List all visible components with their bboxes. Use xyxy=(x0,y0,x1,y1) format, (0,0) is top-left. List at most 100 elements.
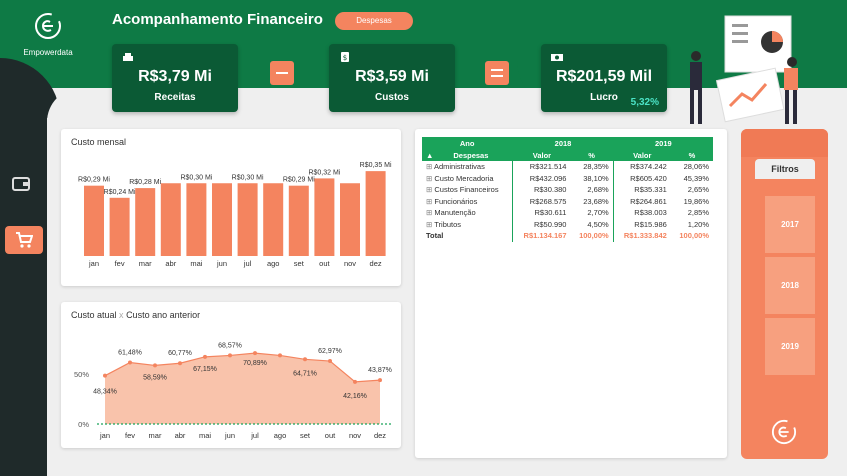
bar-nov[interactable] xyxy=(340,183,360,256)
point-jun[interactable] xyxy=(228,353,232,358)
cell-v1: R$1.134.167 xyxy=(512,230,571,242)
cell-name-text: Administrativas xyxy=(433,162,485,172)
kpi-lucro-value: R$201,59 Mil xyxy=(555,68,653,85)
bar-fev[interactable] xyxy=(109,197,130,256)
cell-name: ⊞ Administrativas xyxy=(422,161,513,173)
col-year-2019[interactable]: 2019 xyxy=(612,137,713,149)
cell-p2: 2,65% xyxy=(687,185,709,195)
cell-name: Total xyxy=(426,231,444,241)
cell-v1: R$432.096 xyxy=(512,172,571,184)
kpi-lucro: R$201,59 Mil Lucro 5,32% xyxy=(541,44,667,112)
data-label: 68,57% xyxy=(218,342,242,349)
point-nov[interactable] xyxy=(353,379,357,384)
data-label: 60,77% xyxy=(168,350,192,357)
table-row: ⊞ Funcionários R$268.575 23,68% R$264.861 19… xyxy=(422,195,713,207)
table-row: ⊞ Tributos R$50.990 4,50% R$15.986 1,20% xyxy=(422,218,713,230)
col-pct-2018[interactable]: % xyxy=(570,149,614,161)
equals-operator-icon xyxy=(485,61,509,85)
page-title: Acompanhamento Financeiro xyxy=(112,11,323,28)
sort-arrow-icon[interactable]: ▲ xyxy=(426,151,433,160)
bar-ago[interactable] xyxy=(263,183,284,256)
data-label: R$0,29 Mi xyxy=(78,177,110,184)
x-tick-label: ago xyxy=(274,431,287,440)
x-tick-label: set xyxy=(294,259,305,268)
point-ago[interactable] xyxy=(278,353,282,358)
point-jul[interactable] xyxy=(253,351,257,356)
bar-set[interactable] xyxy=(288,185,309,256)
kpi-custos-label: Custos xyxy=(375,92,409,103)
point-jan[interactable] xyxy=(103,373,107,378)
wallet-icon[interactable] xyxy=(12,176,32,192)
kpi-custos: $ R$3,59 Mi Custos xyxy=(329,44,455,112)
y-tick-label: 0% xyxy=(78,420,89,429)
expand-icon[interactable]: ⊞ xyxy=(426,162,434,171)
bar-mai[interactable] xyxy=(186,183,207,256)
x-tick-label: out xyxy=(319,259,330,268)
x-tick-label: mar xyxy=(139,259,152,268)
cell-v2: R$35.331 xyxy=(612,184,671,196)
point-mar[interactable] xyxy=(153,363,157,368)
x-tick-label: abr xyxy=(175,431,186,440)
x-tick-label: jun xyxy=(216,259,227,268)
cell-p2: 45,39% xyxy=(683,173,709,183)
expand-icon[interactable]: ⊞ xyxy=(426,220,434,229)
cell-v2: R$264.861 xyxy=(612,195,671,207)
data-label: R$0,35 Mi xyxy=(360,162,392,169)
despesas-pill[interactable]: Despesas xyxy=(335,12,413,30)
banknote-icon xyxy=(551,54,563,61)
cell-name: ⊞ Manutenção xyxy=(422,207,513,219)
brand-name: Empowerdata xyxy=(23,48,73,57)
data-label: R$0,28 Mi xyxy=(129,179,161,186)
left-nav xyxy=(0,58,60,476)
x-tick-label: jan xyxy=(88,259,99,268)
shopping-cart-icon xyxy=(16,232,33,248)
data-label: R$0,29 Mi xyxy=(283,177,315,184)
cell-v1: R$321.514 xyxy=(512,161,571,173)
cell-p1: 28,35% xyxy=(583,162,609,172)
col-valor-2019[interactable]: Valor xyxy=(612,149,671,161)
x-tick-label: mai xyxy=(190,259,202,268)
point-abr[interactable] xyxy=(178,361,182,366)
bar-out[interactable] xyxy=(314,178,335,256)
col-ano[interactable]: Ano xyxy=(422,137,513,149)
filter-year-2017[interactable]: 2017 xyxy=(765,196,815,253)
point-set[interactable] xyxy=(303,357,307,362)
brand-logo: Empowerdata xyxy=(18,12,78,62)
table-row: ⊞ Administrativas R$321.514 28,35% R$374.24… xyxy=(422,161,713,173)
x-tick-label: fev xyxy=(125,431,135,440)
x-tick-label: mar xyxy=(149,431,162,440)
bar-jun[interactable] xyxy=(212,183,232,256)
cell-name-text: Tributos xyxy=(434,219,462,229)
minus-operator-icon xyxy=(270,61,294,85)
point-dez[interactable] xyxy=(378,378,382,383)
svg-text:$: $ xyxy=(343,54,347,62)
table-row: ⊞ Custos Financeiros R$30.380 2,68% R$35.33… xyxy=(422,184,713,196)
bar-abr[interactable] xyxy=(160,183,181,256)
point-out[interactable] xyxy=(328,359,332,364)
cell-p1: 100,00% xyxy=(579,231,609,241)
col-despesas[interactable]: ▲ Despesas xyxy=(422,149,513,161)
filter-year-2018[interactable]: 2018 xyxy=(765,257,815,314)
bar-mar[interactable] xyxy=(135,188,156,256)
x-tick-label: nov xyxy=(349,431,361,440)
bar-jan[interactable] xyxy=(84,185,104,256)
point-fev[interactable] xyxy=(128,360,132,365)
cell-name-text: Manutenção xyxy=(434,208,476,218)
cell-name: ⊞ Custo Mercadoria xyxy=(422,173,513,185)
x-tick-label: ago xyxy=(267,259,280,268)
cell-p1: 2,70% xyxy=(587,208,609,218)
col-year-2018[interactable]: 2018 xyxy=(512,137,614,149)
bar-jul[interactable] xyxy=(237,183,258,256)
x-tick-label: abr xyxy=(165,259,176,268)
point-mai[interactable] xyxy=(203,354,207,359)
col-valor-2018[interactable]: Valor xyxy=(512,149,571,161)
bar-dez[interactable] xyxy=(365,171,386,256)
dashboard-people-illustration xyxy=(690,15,798,124)
filter-year-2019[interactable]: 2019 xyxy=(765,318,815,375)
col-pct-2019[interactable]: % xyxy=(670,149,713,161)
data-label: 42,16% xyxy=(343,393,367,400)
cash-register-icon xyxy=(123,53,133,61)
data-label: R$0,24 Mi xyxy=(104,189,136,196)
col-despesas-label: Despesas xyxy=(453,150,489,160)
nav-despesas-button[interactable] xyxy=(5,226,43,254)
